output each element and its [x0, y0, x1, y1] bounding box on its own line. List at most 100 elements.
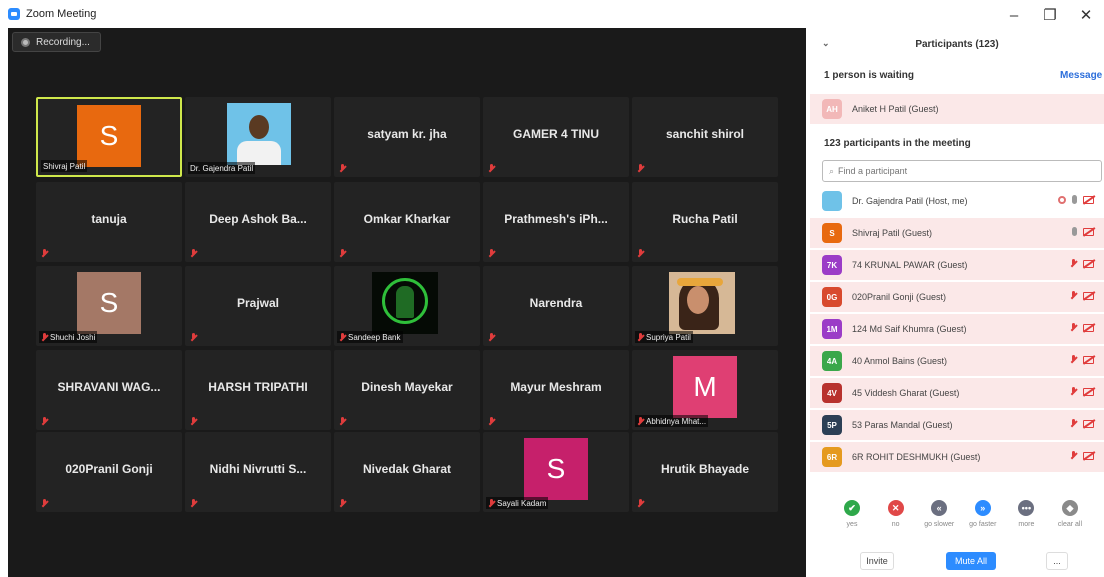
video-tile[interactable]: GAMER 4 TINU	[483, 97, 629, 177]
waiting-person-avatar: AH	[822, 99, 842, 119]
participant-label: Shuchi Joshi	[39, 331, 98, 343]
participant-label: Dr. Gajendra Patil	[188, 162, 256, 174]
waiting-person-name: Aniket H Patil (Guest)	[852, 104, 939, 114]
minimize-button[interactable]: –	[996, 7, 1032, 24]
no-button[interactable]: ✕ no	[876, 500, 916, 540]
waiting-room-heading: 1 person is waiting	[824, 70, 915, 81]
video-tile[interactable]: satyam kr. jha	[334, 97, 480, 177]
participant-row-name: Dr. Gajendra Patil (Host, me)	[852, 196, 968, 206]
participant-search-input[interactable]	[838, 166, 1079, 176]
video-tile[interactable]: S Shuchi Joshi	[36, 266, 182, 346]
more-options-button[interactable]: ...	[1046, 552, 1068, 570]
mic-muted-icon	[41, 417, 48, 426]
go-faster-button[interactable]: » go faster	[963, 500, 1003, 540]
participant-name: Prathmesh's iPh...	[504, 212, 608, 226]
participant-row[interactable]: 4A 40 Anmol Bains (Guest)	[810, 346, 1104, 376]
reaction-icon: ✕	[887, 500, 904, 516]
yes-button[interactable]: ✔ yes	[832, 500, 872, 540]
video-tile[interactable]: Hrutik Bhayade	[632, 432, 778, 512]
mic-muted-icon	[1070, 291, 1077, 300]
message-link[interactable]: Message	[1060, 70, 1102, 81]
video-tile[interactable]: HARSH TRIPATHI	[185, 350, 331, 430]
mic-muted-icon	[1070, 451, 1077, 460]
reaction-label: more	[1018, 521, 1035, 528]
video-tile[interactable]: SHRAVANI WAG...	[36, 350, 182, 430]
reaction-icon: •••	[1018, 500, 1035, 516]
participant-name: Mayur Meshram	[510, 380, 602, 394]
video-tile[interactable]: Nivedak Gharat	[334, 432, 480, 512]
participant-row[interactable]: 1M 124 Md Saif Khumra (Guest)	[810, 314, 1104, 344]
participant-status	[1070, 419, 1094, 428]
go-slower-button[interactable]: « go slower	[919, 500, 959, 540]
in-meeting-heading: 123 participants in the meeting	[824, 138, 971, 149]
mic-muted-icon	[1070, 387, 1077, 396]
invite-button[interactable]: Invite	[860, 552, 894, 570]
video-tile[interactable]: Prathmesh's iPh...	[483, 182, 629, 262]
participant-name: HARSH TRIPATHI	[208, 380, 308, 394]
participants-header: ⌄ Participants (123)	[810, 28, 1104, 60]
mic-muted-icon	[190, 499, 197, 508]
participant-row-name: Shivraj Patil (Guest)	[852, 228, 933, 238]
avatar: 1M	[822, 319, 842, 339]
participant-name: SHRAVANI WAG...	[57, 380, 161, 394]
participant-row[interactable]: 4V 45 Viddesh Gharat (Guest)	[810, 378, 1104, 408]
participant-name: 020Pranil Gonji	[65, 462, 153, 476]
mic-muted-icon	[190, 333, 197, 342]
participant-row[interactable]: S Shivraj Patil (Guest)	[810, 218, 1104, 248]
clear-all-button[interactable]: ◆ clear all	[1050, 500, 1090, 540]
video-tile[interactable]: Dinesh Mayekar	[334, 350, 480, 430]
mic-muted-icon	[488, 333, 495, 342]
video-tile[interactable]: Sandeep Bank	[334, 266, 480, 346]
video-tile[interactable]: Dr. Gajendra Patil	[185, 97, 331, 177]
video-tile[interactable]: Supriya Patil	[632, 266, 778, 346]
participant-row-name: 020Pranil Gonji (Guest)	[852, 292, 947, 302]
video-tile[interactable]: S Sayali Kadam	[483, 432, 629, 512]
video-tile[interactable]: M Abhidnya Mhat...	[632, 350, 778, 430]
recording-icon	[21, 37, 30, 47]
mic-muted-icon	[488, 498, 495, 508]
close-button[interactable]: ✕	[1068, 6, 1104, 24]
video-tile[interactable]: 020Pranil Gonji	[36, 432, 182, 512]
participant-label-text: Dr. Gajendra Patil	[190, 163, 254, 173]
mic-muted-icon	[488, 417, 495, 426]
video-tile[interactable]: S Shivraj Patil	[36, 97, 182, 177]
avatar	[822, 191, 842, 211]
participant-row[interactable]: 6R 6R ROHIT DESHMUKH (Guest)	[810, 442, 1104, 472]
video-tile[interactable]: Omkar Kharkar	[334, 182, 480, 262]
participant-label: Shivraj Patil	[41, 160, 88, 172]
participant-row[interactable]: 0G 020Pranil Gonji (Guest)	[810, 282, 1104, 312]
video-tile[interactable]: Deep Ashok Ba...	[185, 182, 331, 262]
mute-all-button[interactable]: Mute All	[946, 552, 996, 570]
participant-status	[1058, 195, 1094, 204]
video-tile[interactable]: Nidhi Nivrutti S...	[185, 432, 331, 512]
participant-row[interactable]: 7K 74 KRUNAL PAWAR (Guest)	[810, 250, 1104, 280]
recording-indicator[interactable]: Recording...	[12, 32, 101, 52]
mic-muted-icon	[488, 164, 495, 173]
reaction-label: clear all	[1057, 521, 1083, 528]
participant-row[interactable]: Dr. Gajendra Patil (Host, me)	[810, 186, 1104, 216]
participant-name: satyam kr. jha	[367, 127, 447, 141]
video-tile[interactable]: Rucha Patil	[632, 182, 778, 262]
avatar: 4V	[822, 383, 842, 403]
video-tile[interactable]: tanuja	[36, 182, 182, 262]
participant-name: tanuja	[91, 212, 127, 226]
participant-name: Dinesh Mayekar	[361, 380, 453, 394]
reaction-icon: «	[931, 500, 948, 516]
video-tile[interactable]: sanchit shirol	[632, 97, 778, 177]
title-bar: Zoom Meeting	[0, 0, 810, 28]
participant-row[interactable]: 5P 53 Paras Mandal (Guest)	[810, 410, 1104, 440]
video-off-icon	[1083, 195, 1094, 204]
participant-status	[1070, 387, 1094, 396]
video-tile[interactable]: Narendra	[483, 266, 629, 346]
avatar: M	[673, 356, 737, 418]
maximize-button[interactable]: ❐	[1032, 6, 1068, 24]
participant-search[interactable]: ⌕	[822, 160, 1102, 182]
video-tile[interactable]: Mayur Meshram	[483, 350, 629, 430]
waiting-person-row[interactable]: AH Aniket H Patil (Guest)	[810, 94, 1104, 124]
more-reactions-button[interactable]: ••• more	[1006, 500, 1046, 540]
reaction-icon: »	[974, 500, 991, 516]
mic-on-icon	[1072, 195, 1077, 204]
participant-label-text: Shivraj Patil	[43, 161, 86, 171]
participant-name: Hrutik Bhayade	[660, 462, 750, 476]
video-tile[interactable]: Prajwal	[185, 266, 331, 346]
